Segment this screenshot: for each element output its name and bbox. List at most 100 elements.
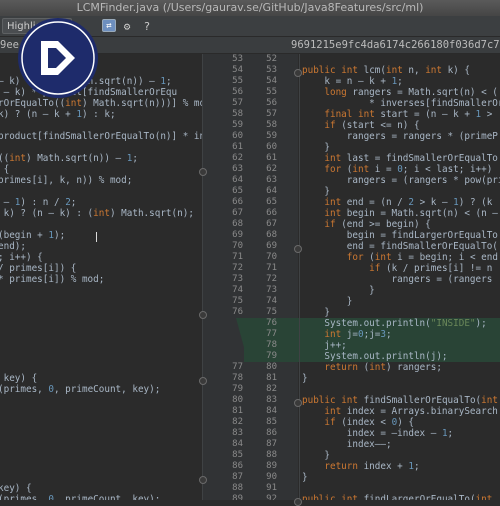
right-code-line: * inverses[findSmallerOr: [302, 98, 500, 109]
right-line-number: 76: [266, 318, 277, 328]
left-code-line: end);: [0, 241, 26, 252]
fold-marker-icon[interactable]: [294, 498, 302, 506]
right-code-line: final int start = (n – k + 1 >: [324, 109, 493, 120]
left-line-number: 88: [232, 483, 243, 493]
left-line-number: 71: [232, 252, 243, 262]
right-line-number: 74: [266, 296, 277, 306]
window-title: LCMFinder.java (/Users/gaurav.se/GitHub/…: [0, 0, 500, 16]
right-line-number: 55: [266, 87, 277, 97]
right-line-number: 59: [266, 131, 277, 141]
right-line-number: 60: [266, 142, 277, 152]
right-code-line: index––;: [302, 439, 392, 450]
left-line-number: 59: [232, 120, 243, 130]
question-icon[interactable]: ?: [140, 19, 154, 33]
left-code-line: primes[i], k, n)) % mod;: [0, 175, 133, 186]
right-code-line: }: [302, 307, 330, 318]
right-code-line: rangers = (rangers * pow(pri: [302, 175, 500, 186]
right-line-number: 57: [266, 109, 277, 119]
right-code-line: int begin = Math.sqrt(n) < (n –: [324, 208, 498, 219]
right-code-line: if (start <= n) {: [324, 120, 420, 131]
left-line-number: [203, 329, 243, 340]
right-code-line: k = n – k + 1;: [302, 76, 403, 87]
right-line-number: 82: [266, 384, 277, 394]
right-code-line: int index = Arrays.binarySearch: [324, 406, 498, 417]
left-line-number: 85: [232, 450, 243, 460]
fold-marker-icon[interactable]: [199, 311, 207, 319]
right-code-line: if (end >= begin) {: [324, 219, 431, 230]
left-line-number: 87: [232, 472, 243, 482]
left-line-number: 72: [232, 263, 243, 273]
right-line-number: 65: [266, 197, 277, 207]
left-line-number: 63: [232, 164, 243, 174]
left-line-number: 66: [232, 197, 243, 207]
right-code-line: System.out.println(j);: [302, 351, 448, 362]
right-code-line: }: [302, 296, 353, 307]
left-line-number: 70: [232, 241, 243, 251]
right-line-number: 78: [266, 340, 277, 350]
left-line-number: 80: [232, 395, 243, 405]
left-code-line: (primes, 0, primeCount, key);: [0, 494, 161, 500]
left-line-number: 60: [232, 131, 243, 141]
right-line-number: 77: [266, 329, 277, 339]
left-code-line: key) {: [0, 483, 32, 494]
right-code-line: public int findLargerOrEqualTo(int: [302, 494, 493, 500]
left-line-number: 81: [232, 406, 243, 416]
right-code-line: long rangers = Math.sqrt(n) < (: [324, 87, 498, 98]
left-code-line: k) ? (n – k + 1) : k;: [0, 109, 116, 120]
right-line-number: 58: [266, 120, 277, 130]
text-caret: [96, 232, 97, 242]
right-line-number: 84: [266, 406, 277, 416]
fold-marker-icon[interactable]: [199, 168, 207, 176]
left-code-line: rOrEqualTo((int) Math.sqrt(n)))] % mod :: [0, 98, 202, 109]
gear-icon[interactable]: ⚙: [120, 19, 134, 33]
right-code-line: for (int i = begin; i < end: [346, 252, 498, 263]
right-line-number: 92: [266, 494, 277, 500]
swap-icon[interactable]: ⇄: [102, 19, 116, 32]
left-line-number: 77: [232, 362, 243, 372]
right-editor-pane[interactable]: public int lcm(int n, int k) { k = n – k…: [298, 54, 500, 500]
right-code-line: rangers = (rangers: [302, 274, 493, 285]
left-line-number: [203, 351, 243, 362]
right-code-line: end = findSmallerOrEqualTo(: [302, 241, 498, 252]
right-line-number: 79: [266, 351, 277, 361]
right-line-number: 63: [266, 175, 277, 185]
right-line-number: 87: [266, 439, 277, 449]
left-line-number: [203, 340, 243, 351]
right-code-line: }: [302, 142, 330, 153]
fold-marker-icon[interactable]: [294, 69, 302, 77]
right-code-line: for (int i = 0; i < last; i++): [324, 164, 493, 175]
left-code-line: k) ? (n – k) : (int) Math.sqrt(n);: [0, 208, 194, 219]
right-line-number: 68: [266, 230, 277, 240]
right-line-number: 86: [266, 428, 277, 438]
left-line-number: 61: [232, 142, 243, 152]
right-code-line: }: [302, 285, 375, 296]
fold-marker-icon[interactable]: [199, 377, 207, 385]
right-code-line: public int findSmallerOrEqualTo(int: [302, 395, 498, 406]
right-code-line: begin = findLargerOrEqualTo: [302, 230, 498, 241]
right-line-number: 56: [266, 98, 277, 108]
right-line-number: 52: [266, 54, 277, 64]
left-line-number: 58: [232, 109, 243, 119]
right-code-line: if (index < 0) {: [324, 417, 414, 428]
left-code-line: product[findSmallerOrEqualTo(n)] * inver: [0, 131, 202, 142]
right-line-number: 53: [266, 65, 277, 75]
fold-marker-icon[interactable]: [294, 399, 302, 407]
left-code-line: key) {: [0, 373, 38, 384]
left-line-number: 82: [232, 417, 243, 427]
left-editor-pane[interactable]: – k) : (int) Math.sqrt(n)) – 1; – k) * p…: [0, 54, 202, 500]
right-line-number: 69: [266, 241, 277, 251]
right-code-line: index = –index – 1;: [302, 428, 454, 439]
right-code-line: int j=0;j=3;: [324, 329, 392, 340]
fold-marker-icon[interactable]: [199, 476, 207, 484]
left-code-line: {: [3, 164, 10, 175]
right-line-number: 73: [266, 285, 277, 295]
left-line-number: 56: [232, 87, 243, 97]
right-code-line: j++;: [302, 340, 347, 351]
right-line-number: 72: [266, 274, 277, 284]
right-code-line: rangers = rangers * (primeP: [302, 131, 498, 142]
right-line-number: 64: [266, 186, 277, 196]
fold-marker-icon[interactable]: [294, 245, 302, 253]
right-code-line: public int lcm(int n, int k) {: [302, 65, 470, 76]
right-line-number: 81: [266, 373, 277, 383]
right-code-line: }: [302, 472, 308, 483]
